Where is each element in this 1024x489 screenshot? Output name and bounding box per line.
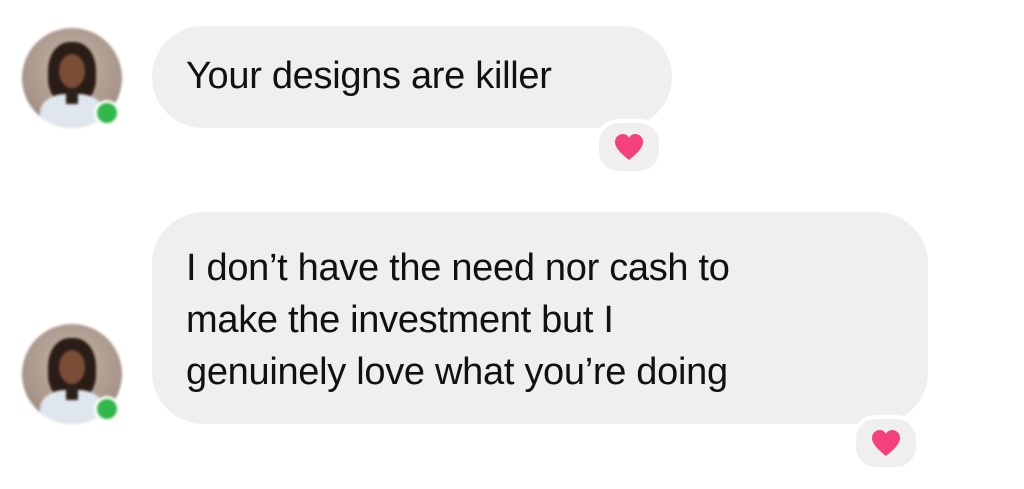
heart-icon xyxy=(615,134,643,160)
online-status-indicator xyxy=(94,396,120,422)
message-bubble[interactable]: Your designs are killer xyxy=(152,26,672,128)
online-status-indicator xyxy=(94,100,120,126)
heart-icon xyxy=(872,430,900,456)
message-text: Your designs are killer xyxy=(186,55,552,97)
sender-avatar[interactable] xyxy=(22,324,122,424)
sender-avatar[interactable] xyxy=(22,28,122,128)
message-line: I don’t have the need nor cash to xyxy=(186,247,730,289)
reaction-badge[interactable] xyxy=(852,415,920,471)
message-line: make the investment but I xyxy=(186,299,614,341)
message-bubble[interactable]: I don’t have the need nor cash to make t… xyxy=(152,212,928,424)
reaction-badge[interactable] xyxy=(595,119,663,175)
message-line: genuinely love what you’re doing xyxy=(186,351,728,393)
